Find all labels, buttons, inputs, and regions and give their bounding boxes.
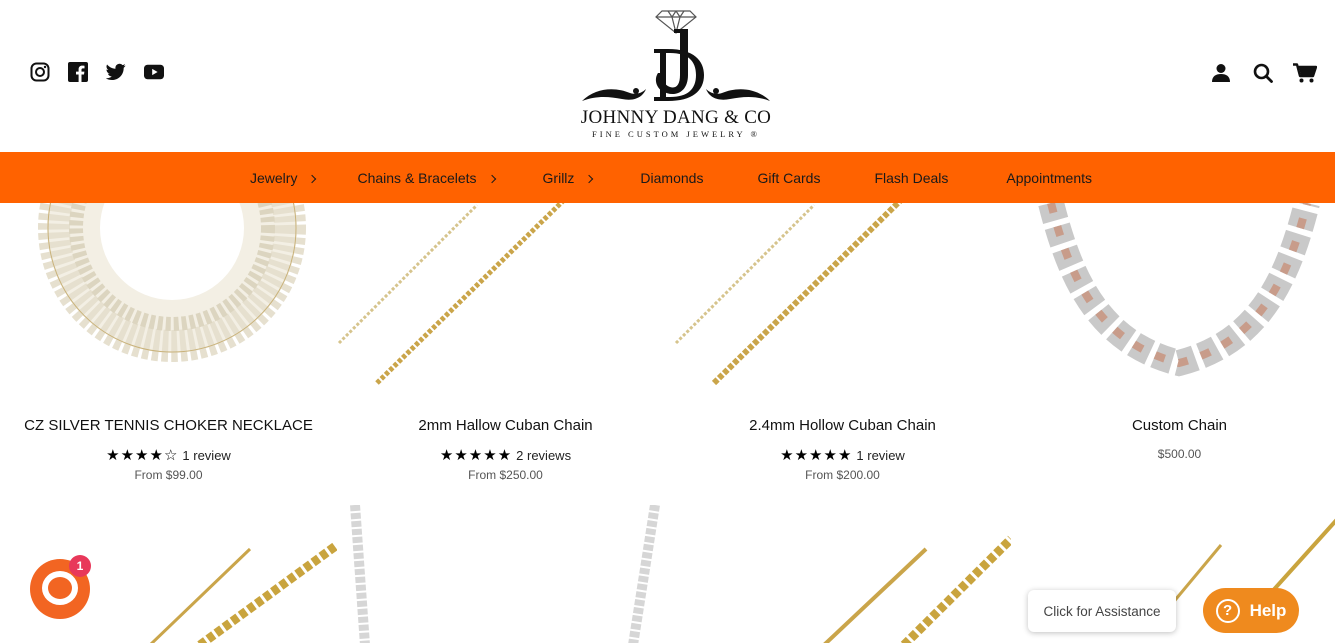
nav-item-flash-deals[interactable]: Flash Deals	[874, 170, 948, 186]
nav-label: Diamonds	[640, 169, 704, 186]
nav-label: Chains & Bracelets	[357, 169, 477, 186]
account-icon[interactable]	[1209, 62, 1233, 84]
social-links	[30, 62, 164, 82]
nav-item-jewelry[interactable]: Jewelry	[250, 169, 317, 186]
product-image-2mm-cuban[interactable]	[337, 203, 674, 385]
product-price: From $200.00	[805, 468, 880, 482]
brand-tagline: FINE CUSTOM JEWELRY ®	[592, 129, 760, 139]
product-image-choker[interactable]	[0, 203, 337, 385]
nav-label: Appointments	[1006, 169, 1092, 186]
nav-item-grillz[interactable]: Grillz	[542, 169, 594, 186]
nav-label: Flash Deals	[874, 169, 949, 186]
product-image-tennis-chain[interactable]	[337, 505, 674, 643]
review-count[interactable]: 2 reviews	[516, 448, 571, 463]
product-title[interactable]: 2mm Hallow Cuban Chain	[337, 417, 674, 434]
chevron-right-icon	[308, 174, 317, 183]
nav-label: Gift Cards	[757, 169, 821, 186]
site-header: JOHNNY DANG & CO FINE CUSTOM JEWELRY ®	[0, 0, 1335, 152]
instagram-icon[interactable]	[30, 62, 50, 82]
cart-icon[interactable]	[1293, 62, 1317, 84]
product-image-2-4mm-cuban[interactable]	[674, 203, 1011, 385]
product-price: From $99.00	[134, 468, 203, 482]
facebook-icon[interactable]	[68, 62, 88, 82]
nav-label: Grillz	[542, 169, 575, 186]
chat-icon	[42, 571, 78, 605]
nav-item-diamonds[interactable]: Diamonds	[640, 170, 703, 186]
nav-item-appointments[interactable]: Appointments	[1006, 170, 1092, 186]
nav-item-chains-bracelets[interactable]: Chains & Bracelets	[357, 169, 496, 186]
rating-stars: ★★★★★	[439, 447, 513, 464]
youtube-icon[interactable]	[144, 62, 164, 82]
logo-mark	[582, 10, 770, 101]
brand-name: JOHNNY DANG & CO	[580, 107, 772, 128]
twitter-icon[interactable]	[106, 62, 126, 82]
assistance-prompt[interactable]: Click for Assistance	[1028, 590, 1176, 632]
rating-stars: ★★★★☆	[106, 447, 179, 464]
rating-stars: ★★★★★	[780, 447, 853, 464]
product-price: $500.00	[1157, 447, 1202, 461]
product-title[interactable]: CZ SILVER TENNIS CHOKER NECKLACE	[0, 417, 337, 434]
product-price: From $250.00	[468, 468, 543, 482]
help-label: Help	[1249, 600, 1287, 620]
product-title[interactable]: 2.4mm Hollow Cuban Chain	[674, 417, 1011, 434]
product-image-chain-c[interactable]	[674, 505, 1011, 643]
chevron-right-icon	[585, 174, 594, 183]
product-title[interactable]: Custom Chain	[1011, 417, 1335, 434]
header-actions	[1209, 62, 1317, 84]
chat-unread-badge: 1	[69, 555, 91, 577]
nav-item-gift-cards[interactable]: Gift Cards	[757, 170, 820, 186]
chevron-right-icon	[487, 174, 496, 183]
review-count[interactable]: 1 review	[182, 448, 230, 463]
review-count[interactable]: 1 review	[856, 448, 904, 463]
product-rating: ★★★★★ 2 reviews	[337, 446, 674, 464]
brand-logo[interactable]: JOHNNY DANG & CO FINE CUSTOM JEWELRY ®	[576, 3, 776, 143]
search-icon[interactable]	[1251, 62, 1275, 84]
help-button[interactable]: ? Help	[1203, 588, 1299, 633]
product-rating: ★★★★★ 1 review	[674, 446, 1011, 464]
product-image-custom-chain[interactable]	[1011, 203, 1335, 385]
product-rating: ★★★★☆ 1 review	[0, 446, 337, 464]
main-nav: Jewelry Chains & Bracelets Grillz Diamon…	[0, 152, 1335, 203]
help-question-icon: ?	[1215, 598, 1240, 623]
nav-label: Jewelry	[250, 169, 298, 186]
